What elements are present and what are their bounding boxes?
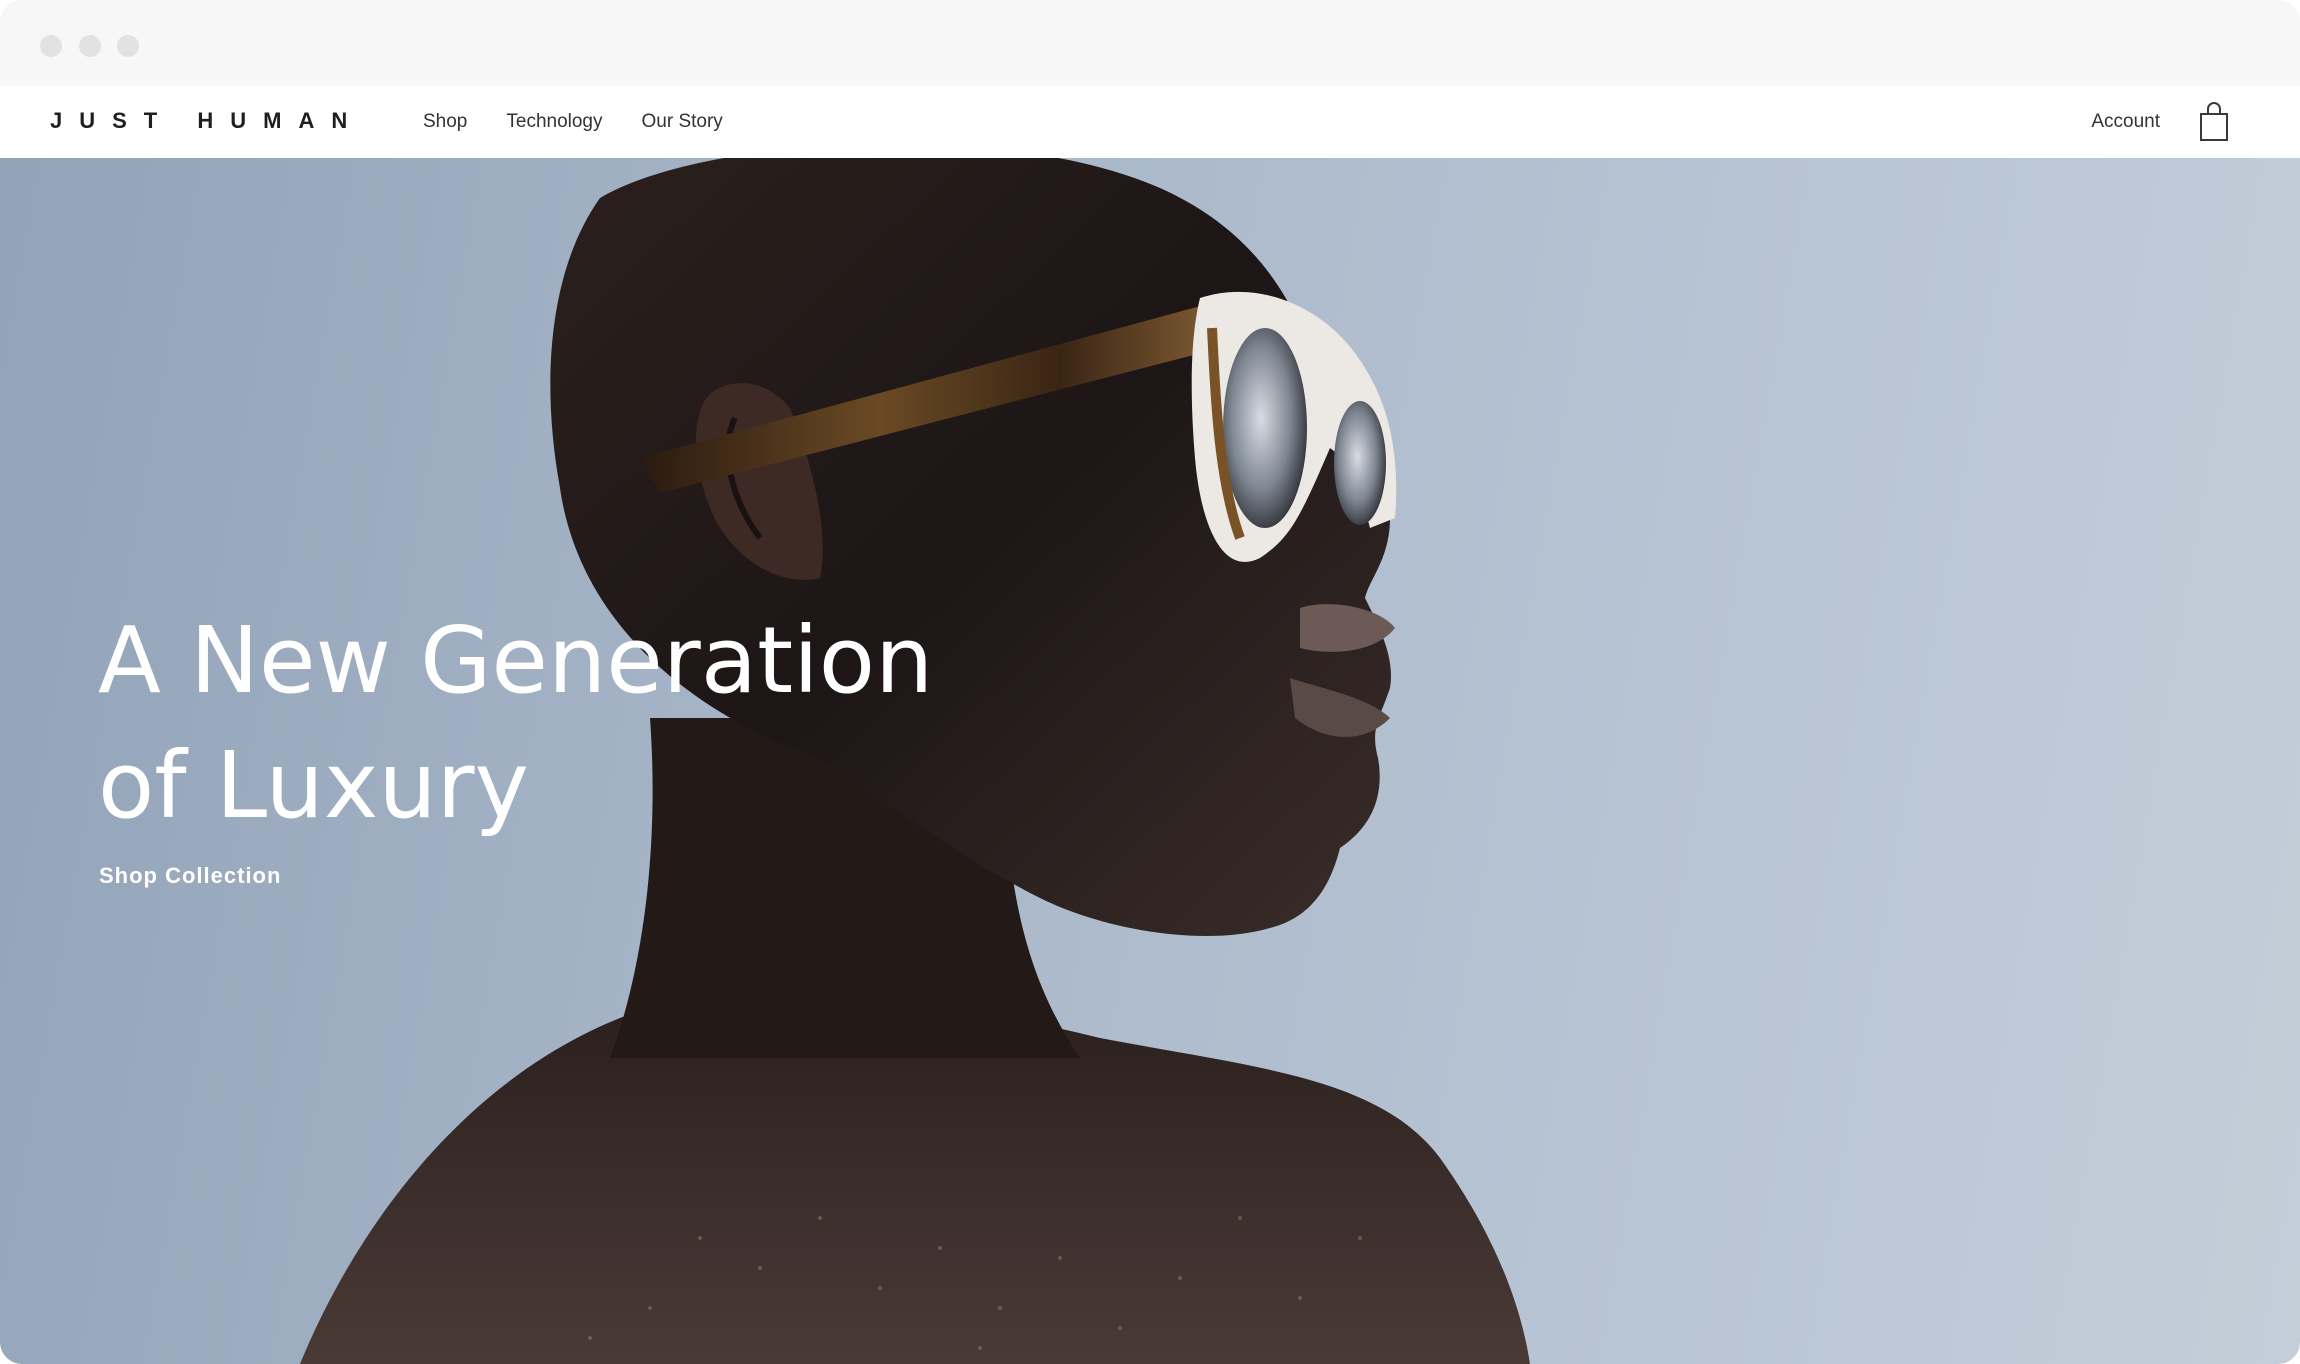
shopping-bag-icon[interactable] — [2199, 102, 2229, 142]
brand-logo[interactable]: JUST HUMAN — [50, 108, 364, 134]
browser-chrome — [0, 0, 2300, 86]
nav-link-technology[interactable]: Technology — [506, 111, 602, 133]
hero-title-line-2: of Luxury — [98, 732, 529, 839]
browser-window: JUST HUMAN Shop Technology Our Story Acc… — [0, 0, 2300, 1364]
nav-link-our-story[interactable]: Our Story — [642, 111, 723, 133]
main-nav: Shop Technology Our Story — [423, 111, 723, 133]
window-minimize-button[interactable] — [79, 35, 101, 57]
shop-collection-link[interactable]: Shop Collection — [99, 863, 281, 889]
hero-banner: A New Generation of Luxury Shop Collecti… — [0, 158, 2300, 1364]
hero-title-line-1: A New Generation — [98, 607, 934, 714]
window-close-button[interactable] — [40, 35, 62, 57]
shopping-bag-icon-graphic — [2200, 102, 2228, 141]
hero-title: A New Generation of Luxury — [98, 598, 998, 848]
window-zoom-button[interactable] — [117, 35, 139, 57]
nav-link-shop[interactable]: Shop — [423, 111, 467, 133]
site-header: JUST HUMAN Shop Technology Our Story Acc… — [0, 86, 2300, 158]
account-link[interactable]: Account — [2091, 111, 2160, 133]
